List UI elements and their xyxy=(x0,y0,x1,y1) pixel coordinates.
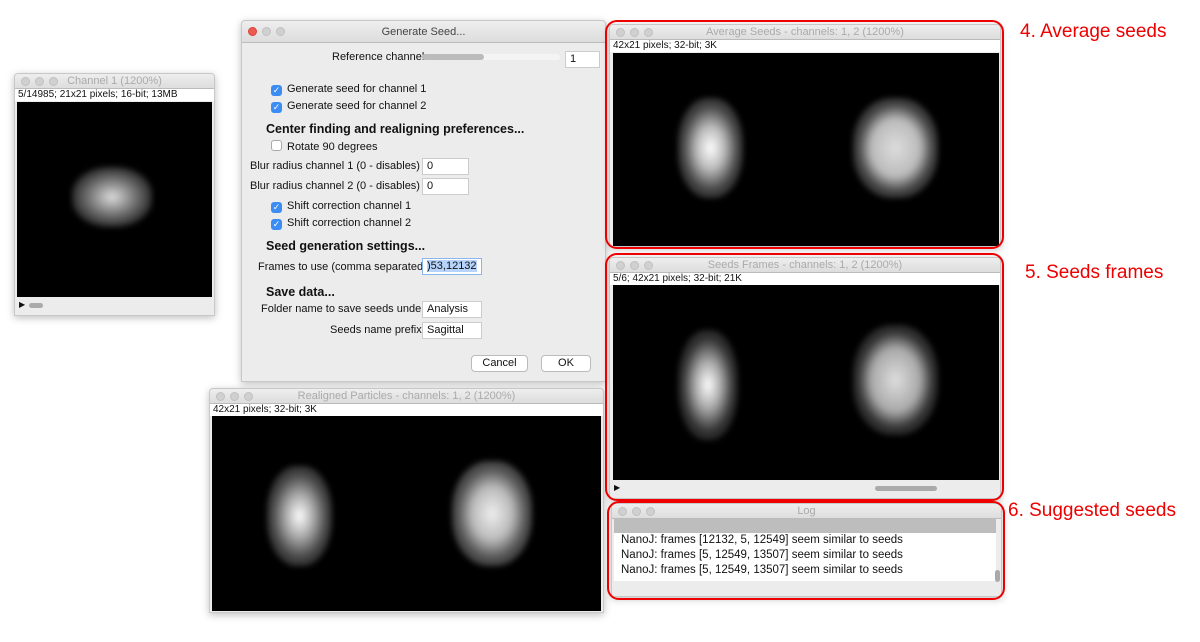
annotation-average-seeds: 4. Average seeds xyxy=(1020,21,1167,42)
section-header: Seed generation settings... xyxy=(266,239,426,253)
minimize-icon[interactable] xyxy=(262,27,271,36)
close-icon[interactable] xyxy=(248,27,257,36)
zoom-icon[interactable] xyxy=(244,392,253,401)
prefix-input[interactable]: Sagittal xyxy=(422,322,482,339)
label: Rotate 90 degrees xyxy=(287,141,378,153)
highlight-seeds-frames xyxy=(605,253,1004,501)
minimize-icon[interactable] xyxy=(230,392,239,401)
reference-channel-label: Reference channel xyxy=(332,51,425,63)
reference-channel-slider[interactable] xyxy=(422,54,560,60)
label: Shift correction channel 2 xyxy=(287,217,412,229)
image-info: 5/14985; 21x21 pixels; 16-bit; 13MB xyxy=(15,89,214,101)
play-icon[interactable]: ▶ xyxy=(19,300,25,309)
checkbox-icon: ✓ xyxy=(271,85,282,96)
ok-button[interactable]: OK xyxy=(541,355,591,372)
frames-input[interactable]: )53,12132 xyxy=(422,258,482,275)
gen-seed-ch2-checkbox[interactable]: ✓ Generate seed for channel 2 xyxy=(271,100,426,113)
checkbox-icon: ✓ xyxy=(271,102,282,113)
checkbox-icon: ✓ xyxy=(271,219,282,230)
annotation-suggested-seeds: 6. Suggested seeds xyxy=(1008,500,1176,521)
label: Generate seed for channel 2 xyxy=(287,100,427,112)
channel1-window: Channel 1 (1200%) 5/14985; 21x21 pixels;… xyxy=(14,73,215,316)
rotate-checkbox[interactable]: Rotate 90 degrees xyxy=(271,140,378,153)
folder-input[interactable]: Analysis xyxy=(422,301,482,318)
blur1-input[interactable]: 0 xyxy=(422,158,469,175)
frames-label: Frames to use (comma separated) xyxy=(258,261,427,273)
checkbox-icon xyxy=(271,140,282,151)
generate-seed-dialog: Generate Seed... Reference channel 1 ✓ Ge… xyxy=(241,20,606,382)
reference-channel-input[interactable]: 1 xyxy=(565,51,600,68)
annotation-seeds-frames: 5. Seeds frames xyxy=(1025,262,1164,283)
minimize-icon[interactable] xyxy=(35,77,44,86)
checkbox-icon: ✓ xyxy=(271,202,282,213)
realigned-particles-window: Realigned Particles - channels: 1, 2 (12… xyxy=(209,388,604,613)
title-bar[interactable]: Generate Seed... xyxy=(242,21,605,43)
label: Generate seed for channel 1 xyxy=(287,83,427,95)
close-icon[interactable] xyxy=(21,77,30,86)
image-canvas[interactable] xyxy=(17,102,212,297)
section-header: Center finding and realigning preference… xyxy=(266,122,525,136)
highlight-average-seeds xyxy=(605,20,1004,249)
blur2-label: Blur radius channel 2 (0 - disables) xyxy=(250,180,420,192)
blur1-label: Blur radius channel 1 (0 - disables) xyxy=(250,160,420,172)
zoom-icon[interactable] xyxy=(276,27,285,36)
shift-ch2-checkbox[interactable]: ✓ Shift correction channel 2 xyxy=(271,217,411,230)
window-title: Channel 1 (1200%) xyxy=(67,75,162,87)
prefix-label: Seeds name prefix xyxy=(330,324,422,336)
section-header: Save data... xyxy=(266,285,335,299)
frame-scrollbar[interactable] xyxy=(29,303,43,308)
blur2-input[interactable]: 0 xyxy=(422,178,469,195)
frames-value: )53,12132 xyxy=(427,260,477,272)
window-title: Realigned Particles - channels: 1, 2 (12… xyxy=(297,390,516,402)
folder-label: Folder name to save seeds under xyxy=(261,303,425,315)
shift-ch1-checkbox[interactable]: ✓ Shift correction channel 1 xyxy=(271,200,411,213)
title-bar[interactable]: Realigned Particles - channels: 1, 2 (12… xyxy=(210,389,603,404)
label: Shift correction channel 1 xyxy=(287,200,412,212)
image-canvas[interactable] xyxy=(212,416,601,611)
title-bar[interactable]: Channel 1 (1200%) xyxy=(15,74,214,89)
highlight-suggested-seeds xyxy=(607,501,1005,600)
image-info: 42x21 pixels; 32-bit; 3K xyxy=(210,404,603,416)
dialog-title: Generate Seed... xyxy=(381,26,466,38)
gen-seed-ch1-checkbox[interactable]: ✓ Generate seed for channel 1 xyxy=(271,83,426,96)
zoom-icon[interactable] xyxy=(49,77,58,86)
cancel-button[interactable]: Cancel xyxy=(471,355,528,372)
close-icon[interactable] xyxy=(216,392,225,401)
